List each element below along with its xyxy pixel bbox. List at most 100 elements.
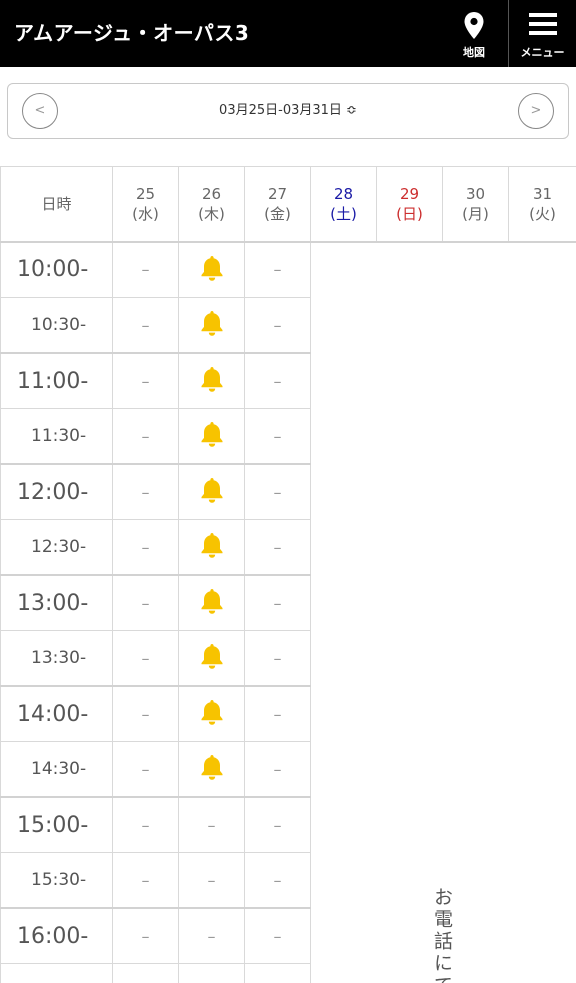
- slot-unavailable: –: [244, 352, 311, 409]
- slot-available-bell[interactable]: [178, 685, 245, 742]
- slot-unavailable: –: [244, 630, 311, 687]
- time-slot-row: 10:00- – – お電話にてお: [0, 240, 576, 983]
- slot-unavailable: –: [112, 463, 179, 520]
- map-button[interactable]: 地図: [440, 0, 508, 67]
- day-date: 30: [465, 184, 486, 203]
- hamburger-menu-icon: [528, 13, 557, 35]
- slot-unavailable: –: [244, 408, 311, 465]
- bell-icon: [199, 700, 225, 730]
- slot-unavailable: –: [178, 907, 245, 964]
- time-label: 10:30-: [0, 297, 113, 354]
- day-header: 26 (木): [178, 166, 245, 242]
- time-label: 12:30-: [0, 519, 113, 576]
- day-weekday: (月): [462, 204, 489, 223]
- slot-unavailable: –: [178, 796, 245, 853]
- time-label: 11:30-: [0, 408, 113, 465]
- time-label: 11:00-: [0, 352, 113, 409]
- slot-unavailable: –: [244, 519, 311, 576]
- slot-unavailable: –: [244, 907, 311, 964]
- slot-available-bell[interactable]: [178, 408, 245, 465]
- day-header: 28 (土): [310, 166, 377, 242]
- week-range-selector[interactable]: 03月25日-03月31日 ≎: [8, 84, 568, 138]
- day-weekday: (金): [264, 204, 291, 223]
- phone-reservation-area: お電話にてお: [310, 240, 576, 983]
- slot-unavailable: –: [244, 852, 311, 909]
- bell-icon: [199, 255, 225, 286]
- slot-unavailable: –: [112, 519, 179, 576]
- time-label: 16:30-: [0, 963, 113, 983]
- day-date: 31: [532, 184, 553, 203]
- day-header: 30 (月): [442, 166, 509, 242]
- slot-available-bell[interactable]: [178, 240, 245, 298]
- time-label: 15:00-: [0, 796, 113, 853]
- slot-unavailable: –: [244, 297, 311, 354]
- next-week-button[interactable]: >: [518, 93, 554, 129]
- slot-unavailable: –: [112, 630, 179, 687]
- slot-unavailable: –: [112, 852, 179, 909]
- bell-icon: [199, 533, 225, 563]
- slot-unavailable: [112, 963, 179, 983]
- day-header: 31 (火): [508, 166, 576, 242]
- slot-unavailable: –: [112, 297, 179, 354]
- slot-available-bell[interactable]: [178, 352, 245, 409]
- day-header: 27 (金): [244, 166, 311, 242]
- menu-label: メニュー: [520, 46, 565, 59]
- datetime-header: 日時: [0, 166, 113, 242]
- schedule-table: 日時 25 (水) 26 (木) 27 (金) 28 (土) 29 (日) 30 (月) 31 (火) 1…: [0, 166, 576, 983]
- day-date: 28: [333, 184, 354, 203]
- slot-unavailable: –: [112, 907, 179, 964]
- map-pin-icon: [464, 12, 484, 39]
- slot-unavailable: –: [112, 796, 179, 853]
- slot-unavailable: –: [112, 685, 179, 742]
- slot-unavailable: –: [244, 574, 311, 631]
- slot-available-bell[interactable]: [178, 741, 245, 798]
- slot-unavailable: –: [244, 240, 311, 298]
- app-header: アムアージュ・オーパス3 地図 メニュー: [0, 0, 576, 67]
- slot-unavailable: –: [112, 574, 179, 631]
- slot-unavailable: –: [112, 240, 179, 298]
- bell-icon: [199, 755, 225, 785]
- time-label: 13:30-: [0, 630, 113, 687]
- slot-unavailable: –: [244, 796, 311, 853]
- day-weekday: (土): [330, 204, 357, 223]
- bell-icon: [199, 422, 225, 452]
- time-label: 12:00-: [0, 463, 113, 520]
- time-label: 13:00-: [0, 574, 113, 631]
- day-date: 25: [135, 184, 156, 203]
- bell-icon: [199, 589, 225, 619]
- slot-unavailable: –: [244, 741, 311, 798]
- day-weekday: (火): [529, 204, 556, 223]
- page-title: アムアージュ・オーパス3: [14, 21, 250, 45]
- slot-available-bell[interactable]: [178, 463, 245, 520]
- time-label: 10:00-: [0, 240, 113, 298]
- menu-button[interactable]: メニュー: [508, 0, 576, 67]
- slot-unavailable: –: [178, 852, 245, 909]
- slot-unavailable: –: [244, 463, 311, 520]
- slot-available-bell[interactable]: [178, 297, 245, 354]
- week-navigator: < 03月25日-03月31日 ≎ >: [7, 83, 569, 139]
- time-label: 14:00-: [0, 685, 113, 742]
- slot-unavailable: –: [112, 352, 179, 409]
- slot-unavailable: –: [112, 408, 179, 465]
- slot-available-bell[interactable]: [178, 519, 245, 576]
- day-weekday: (水): [132, 204, 159, 223]
- day-weekday: (木): [198, 204, 225, 223]
- map-label: 地図: [463, 46, 485, 59]
- day-date: 27: [267, 184, 288, 203]
- bell-icon: [199, 311, 225, 341]
- slot-unavailable: [178, 963, 245, 983]
- slot-available-bell[interactable]: [178, 630, 245, 687]
- time-label: 16:00-: [0, 907, 113, 964]
- time-label: 15:30-: [0, 852, 113, 909]
- day-header: 25 (水): [112, 166, 179, 242]
- day-header: 29 (日): [376, 166, 443, 242]
- day-date: 26: [201, 184, 222, 203]
- slot-unavailable: [244, 963, 311, 983]
- time-label: 14:30-: [0, 741, 113, 798]
- schedule-header-row: 日時 25 (水) 26 (木) 27 (金) 28 (土) 29 (日) 30 (月) 31 (火): [0, 166, 576, 242]
- bell-icon: [199, 644, 225, 674]
- day-date: 29: [399, 184, 420, 203]
- slot-available-bell[interactable]: [178, 574, 245, 631]
- bell-icon: [199, 478, 225, 508]
- day-weekday: (日): [396, 204, 423, 223]
